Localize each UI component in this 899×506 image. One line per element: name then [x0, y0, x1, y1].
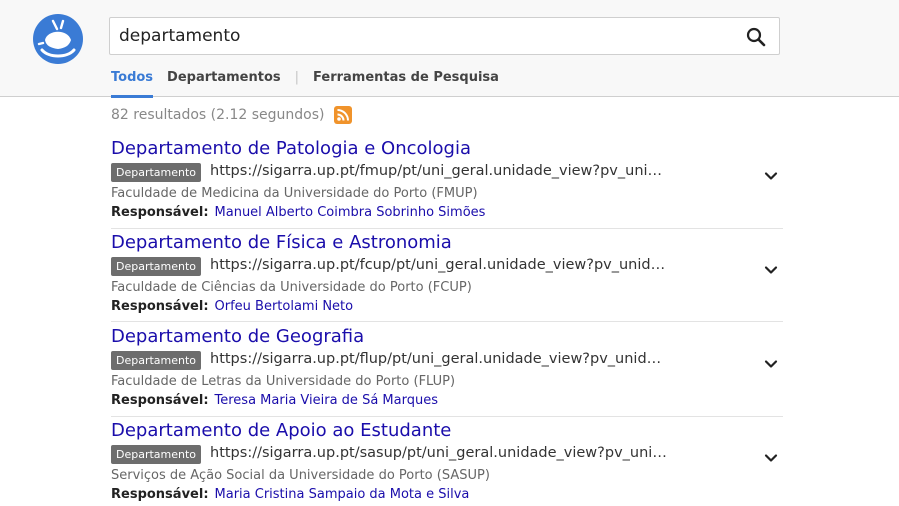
result-responsible: Responsável: Orfeu Bertolami Neto	[111, 299, 353, 314]
result-responsible: Responsável: Manuel Alberto Coimbra Sobri…	[111, 205, 485, 220]
chevron-down-icon[interactable]	[762, 261, 780, 279]
result-item: Departamento de Geografia Departamento h…	[111, 326, 783, 417]
results-count: 82 resultados (2.12 segundos)	[111, 107, 325, 123]
bug-logo-icon[interactable]	[33, 14, 83, 64]
search-box	[109, 17, 780, 55]
search-icon[interactable]	[745, 26, 767, 48]
result-type-badge: Departamento	[111, 351, 202, 370]
result-item: Departamento de Apoio ao Estudante Depar…	[111, 420, 783, 506]
tab-ferramentas-de-pesquisa[interactable]: Ferramentas de Pesquisa	[313, 69, 499, 97]
chevron-down-icon[interactable]	[762, 449, 780, 467]
result-url[interactable]: https://sigarra.up.pt/fcup/pt/uni_geral.…	[210, 257, 670, 273]
result-responsible: Responsável: Maria Cristina Sampaio da Mo…	[111, 487, 469, 502]
result-responsible: Responsável: Teresa Maria Vieira de Sá Ma…	[111, 393, 438, 408]
result-item: Departamento de Física e Astronomia Depa…	[111, 232, 783, 322]
responsible-name-link[interactable]: Maria Cristina Sampaio da Mota e Silva	[215, 487, 470, 502]
search-input[interactable]	[119, 23, 729, 49]
tab-separator: |	[294, 70, 300, 85]
result-faculty: Faculdade de Ciências da Universidade do…	[111, 280, 472, 295]
responsible-label: Responsável:	[111, 487, 209, 502]
tabs: Todos Departamentos | Ferramentas de Pes…	[111, 69, 499, 98]
result-type-badge: Departamento	[111, 163, 202, 182]
result-url[interactable]: https://sigarra.up.pt/flup/pt/uni_geral.…	[210, 351, 670, 367]
result-url[interactable]: https://sigarra.up.pt/sasup/pt/uni_geral…	[210, 445, 670, 461]
result-type-badge: Departamento	[111, 445, 202, 464]
result-faculty: Faculdade de Letras da Universidade do P…	[111, 374, 456, 389]
result-type-badge: Departamento	[111, 257, 202, 276]
rss-icon[interactable]	[334, 106, 353, 124]
result-item: Departamento de Patologia e Oncologia De…	[111, 138, 783, 229]
tab-todos[interactable]: Todos	[111, 69, 154, 98]
results-stats: 82 resultados (2.12 segundos)	[111, 106, 353, 124]
result-title[interactable]: Departamento de Física e Astronomia	[111, 232, 452, 253]
chevron-down-icon[interactable]	[762, 355, 780, 373]
result-faculty: Serviços de Ação Social da Universidade …	[111, 468, 490, 483]
result-faculty: Faculdade de Medicina da Universidade do…	[111, 186, 478, 201]
result-title[interactable]: Departamento de Apoio ao Estudante	[111, 420, 451, 441]
result-title[interactable]: Departamento de Patologia e Oncologia	[111, 138, 471, 159]
responsible-name-link[interactable]: Manuel Alberto Coimbra Sobrinho Simões	[215, 205, 486, 220]
result-title[interactable]: Departamento de Geografia	[111, 326, 364, 347]
responsible-label: Responsável:	[111, 299, 209, 314]
responsible-name-link[interactable]: Orfeu Bertolami Neto	[215, 299, 354, 314]
responsible-name-link[interactable]: Teresa Maria Vieira de Sá Marques	[215, 393, 438, 408]
result-url[interactable]: https://sigarra.up.pt/fmup/pt/uni_geral.…	[210, 163, 670, 179]
header: Todos Departamentos | Ferramentas de Pes…	[0, 0, 899, 98]
chevron-down-icon[interactable]	[762, 167, 780, 185]
responsible-label: Responsável:	[111, 393, 209, 408]
tab-departamentos[interactable]: Departamentos	[167, 69, 281, 97]
responsible-label: Responsável:	[111, 205, 209, 220]
